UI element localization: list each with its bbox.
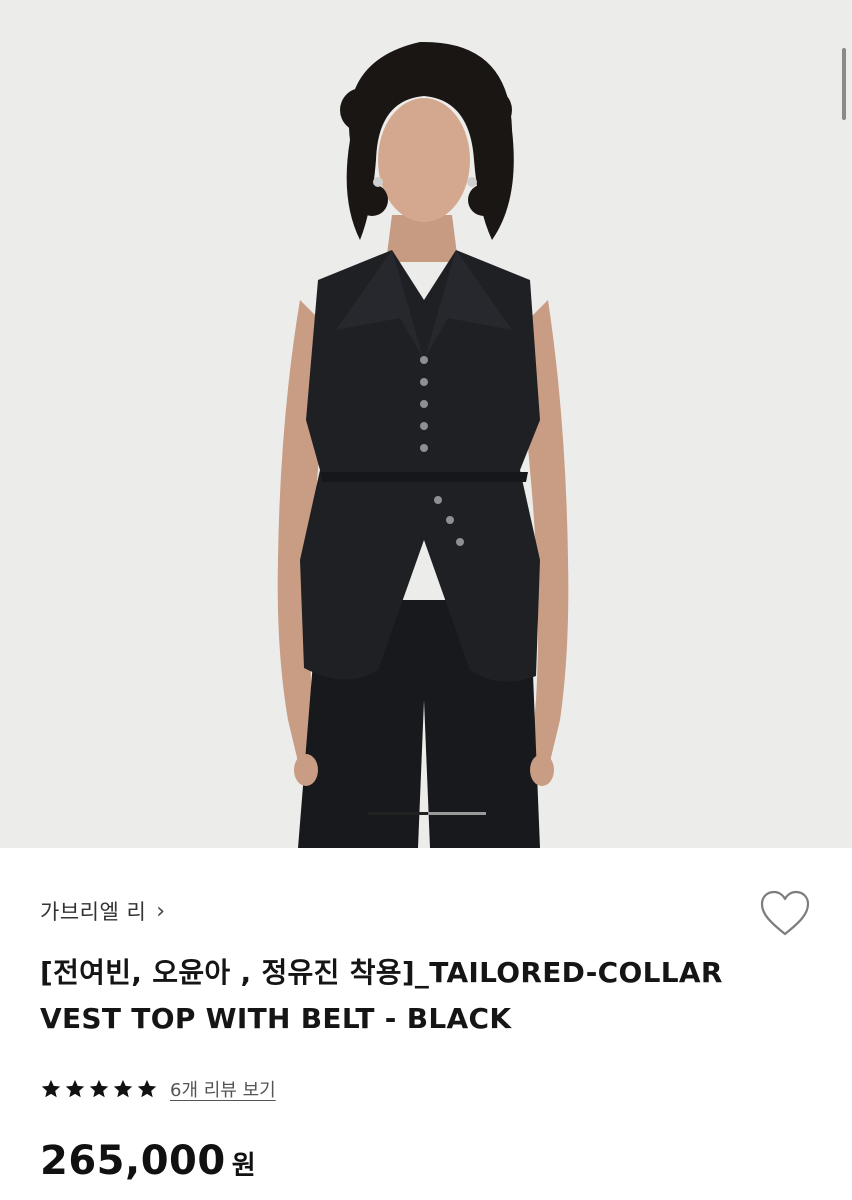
gallery-slide-indicator xyxy=(368,812,486,815)
star-icon xyxy=(65,1079,85,1098)
heart-outline-icon xyxy=(760,890,810,936)
brand-link[interactable]: 가브리엘 리 › xyxy=(40,896,165,926)
slide-indicator-active xyxy=(368,812,428,815)
page-scrollbar[interactable] xyxy=(842,48,846,120)
wishlist-button[interactable] xyxy=(758,888,812,940)
rating-stars xyxy=(40,1078,158,1100)
product-photo xyxy=(0,0,852,848)
star-icon xyxy=(89,1079,109,1098)
product-title: [전여빈, 오윤아 , 정유진 착용]_TAILORED-COLLAR VEST… xyxy=(40,956,723,1035)
star-icon xyxy=(41,1079,61,1098)
chevron-right-icon: › xyxy=(156,898,166,924)
review-link[interactable]: 6개 리뷰 보기 xyxy=(170,1076,276,1102)
rating-row: 6개 리뷰 보기 xyxy=(40,1076,276,1102)
brand-name: 가브리엘 리 xyxy=(40,900,147,924)
slide-indicator-inactive xyxy=(428,812,486,815)
star-icon xyxy=(137,1079,157,1098)
price-value: 265,000 xyxy=(40,1138,226,1184)
price: 265,000 원 xyxy=(40,1138,256,1184)
product-image-gallery[interactable] xyxy=(0,0,852,848)
star-icon xyxy=(113,1079,133,1098)
price-currency: 원 xyxy=(231,1151,256,1181)
